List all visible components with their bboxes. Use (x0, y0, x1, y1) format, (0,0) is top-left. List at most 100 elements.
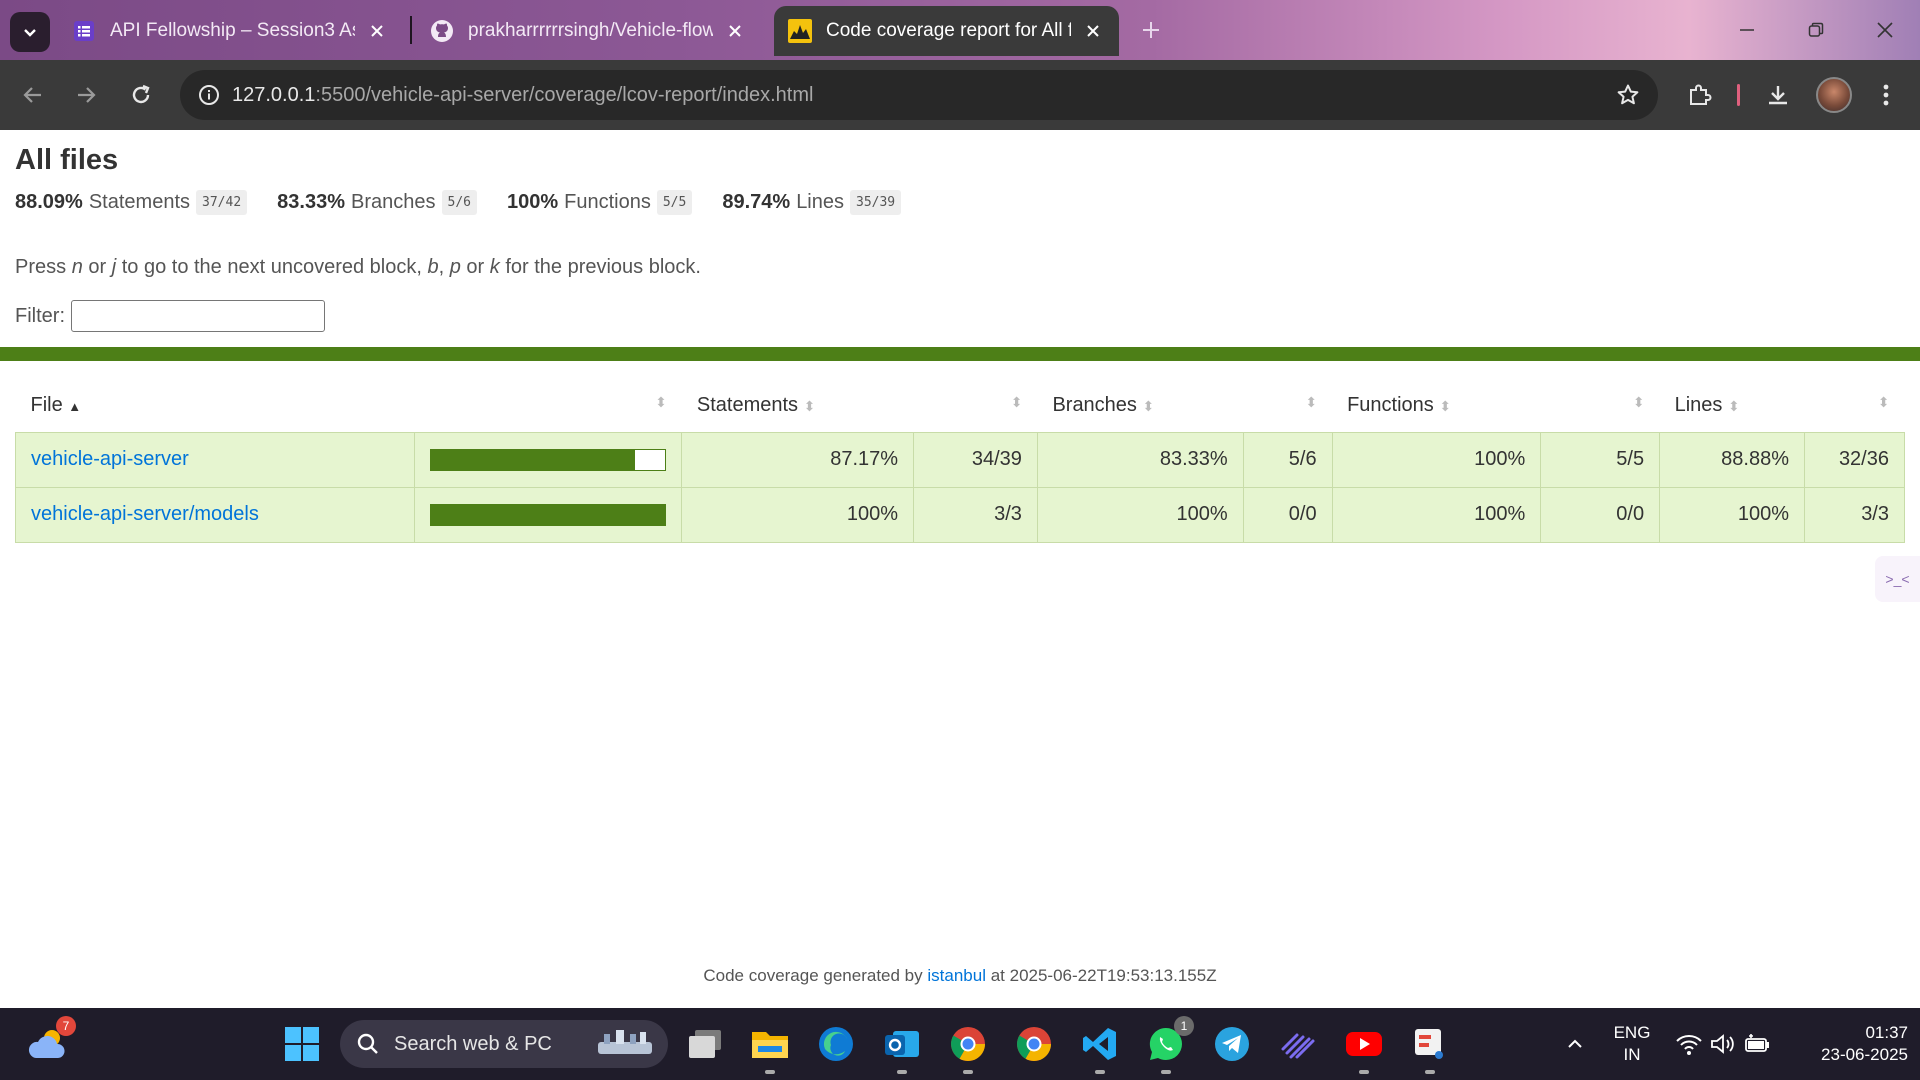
star-icon[interactable] (1616, 83, 1640, 107)
close-icon[interactable] (1081, 19, 1105, 43)
taskbar-youtube[interactable] (1342, 1022, 1386, 1074)
arrow-left-icon (23, 87, 41, 103)
forward-button[interactable] (66, 75, 106, 115)
downloads-button[interactable] (1758, 75, 1798, 115)
report-footer: Code coverage generated by istanbul at 2… (0, 966, 1920, 986)
restore-button[interactable] (1799, 14, 1833, 46)
filter-label: Filter: (15, 304, 65, 327)
extensions-button[interactable] (1679, 75, 1719, 115)
start-button[interactable] (280, 1022, 324, 1066)
file-link[interactable]: vehicle-api-server (31, 448, 189, 470)
telegram-icon (1215, 1027, 1249, 1061)
column-header-statements[interactable]: Statements ⬍ ⬍ (682, 380, 1038, 432)
input-language-indicator[interactable]: ENG IN (1604, 1022, 1660, 1066)
tab-search-button[interactable] (10, 12, 50, 52)
summary-functions: 100% Functions 5/5 (507, 190, 693, 215)
taskbar-search-box[interactable]: Search web & PC (340, 1020, 668, 1068)
hint-key: n (71, 256, 83, 278)
tab-github[interactable]: prakharrrrrrsingh/Vehicle-flowa (416, 6, 761, 56)
column-header-lines[interactable]: Lines ⬍ ⬍ (1660, 380, 1905, 432)
taskbar-telegram[interactable] (1210, 1022, 1254, 1066)
side-panel-extension-button[interactable]: >_< (1875, 556, 1920, 602)
edge-icon (819, 1027, 853, 1061)
sort-icon[interactable]: ⬍ (1633, 394, 1645, 411)
istanbul-link[interactable]: istanbul (927, 966, 986, 985)
taskbar-chrome-profile-2[interactable] (1012, 1022, 1056, 1066)
hint-text: or (82, 256, 112, 278)
close-window-button[interactable] (1868, 14, 1902, 46)
taskbar-task-view[interactable] (683, 1022, 727, 1066)
url-text[interactable]: 127.0.0.1:5500/vehicle-api-server/covera… (232, 84, 813, 107)
coverage-progress-fill (431, 504, 666, 525)
reload-button[interactable] (121, 75, 161, 115)
address-bar[interactable]: 127.0.0.1:5500/vehicle-api-server/covera… (180, 70, 1658, 120)
new-tab-button[interactable] (1135, 14, 1167, 46)
search-icon (357, 1033, 378, 1054)
wifi-icon (1676, 1035, 1702, 1055)
coverage-status-bar (0, 347, 1920, 361)
taskbar-vscode[interactable] (1078, 1022, 1122, 1074)
table-header-row: File ▲ ⬍ Statements ⬍ ⬍ Branches ⬍ ⬍ Functi… (16, 380, 1905, 432)
statements-pct: 100% (681, 486, 915, 543)
footer-text: Code coverage generated by (703, 966, 928, 985)
site-info-icon[interactable] (198, 84, 220, 106)
taskbar-snipping-tool[interactable] (1408, 1022, 1452, 1074)
browser-tab-strip: API Fellowship – Session3 Assig prakharr… (0, 0, 1920, 60)
running-indicator (1095, 1070, 1105, 1074)
url-host: 127.0.0.1 (232, 83, 316, 106)
filter-row: Filter: (15, 300, 325, 332)
summary-fraction: 37/42 (196, 190, 248, 215)
hint-text: , (438, 256, 450, 278)
menu-button[interactable] (1866, 75, 1906, 115)
taskbar-app-stripes[interactable] (1276, 1022, 1320, 1066)
hint-key: p (449, 256, 461, 278)
filter-input[interactable] (71, 300, 325, 332)
system-tray-status[interactable] (1668, 1022, 1778, 1066)
back-button[interactable] (13, 75, 53, 115)
hint-text: to go to the next uncovered block, (116, 256, 428, 278)
sort-icon[interactable]: ⬍ (1878, 394, 1890, 411)
column-header-branches[interactable]: Branches ⬍ ⬍ (1037, 380, 1332, 432)
taskbar-whatsapp[interactable]: 1 (1144, 1016, 1194, 1074)
functions-fraction: 0/0 (1540, 486, 1661, 543)
close-icon[interactable] (723, 19, 747, 43)
clock[interactable]: 01:37 23-06-2025 (1778, 1022, 1908, 1066)
taskbar-chrome-profile-1[interactable] (946, 1022, 990, 1074)
lines-pct: 88.88% (1659, 431, 1805, 488)
statements-fraction: 3/3 (913, 486, 1038, 543)
windows-taskbar: 7 Search web & PC 1 ENG IN 01:37 23-06-2… (0, 1008, 1920, 1080)
restore-icon (1808, 22, 1824, 37)
summary-label: Statements (88, 191, 191, 213)
statements-pct: 87.17% (681, 431, 915, 488)
file-link[interactable]: vehicle-api-server/models (31, 503, 259, 525)
close-icon[interactable] (365, 19, 389, 43)
tab-api-fellowship[interactable]: API Fellowship – Session3 Assig (58, 6, 403, 56)
column-label: Lines (1674, 394, 1723, 417)
taskbar-edge[interactable] (814, 1022, 858, 1066)
summary-fraction: 35/39 (850, 190, 902, 215)
sort-icon[interactable]: ⬍ (655, 394, 667, 411)
tab-coverage-report[interactable]: Code coverage report for All fil (774, 6, 1119, 56)
running-indicator (765, 1070, 775, 1074)
taskbar-outlook[interactable] (880, 1022, 924, 1074)
summary-statements: 88.09% Statements 37/42 (15, 190, 248, 215)
column-header-functions[interactable]: Functions ⬍ ⬍ (1332, 380, 1660, 432)
column-label: File (30, 394, 63, 417)
summary-pct: 88.09% (15, 191, 83, 213)
search-highlight-icon (598, 1030, 652, 1054)
coverage-progress-bar (430, 503, 667, 526)
branches-fraction: 0/0 (1242, 486, 1333, 543)
chevron-down-icon (24, 29, 36, 37)
profile-avatar[interactable] (1816, 77, 1852, 113)
coverage-table: File ▲ ⬍ Statements ⬍ ⬍ Branches ⬍ ⬍ Functi… (14, 380, 1906, 543)
outlook-icon (885, 1031, 919, 1057)
weather-widget[interactable]: 7 (26, 1016, 76, 1066)
column-header-file[interactable]: File ▲ ⬍ (16, 380, 682, 432)
taskbar-file-explorer[interactable] (748, 1022, 792, 1074)
running-indicator (1359, 1070, 1369, 1074)
sort-icon[interactable]: ⬍ (1305, 394, 1317, 411)
minimize-button[interactable] (1730, 14, 1764, 46)
column-label: Branches (1052, 394, 1137, 417)
show-hidden-icons-button[interactable] (1553, 1022, 1597, 1066)
sort-icon[interactable]: ⬍ (1011, 394, 1023, 411)
